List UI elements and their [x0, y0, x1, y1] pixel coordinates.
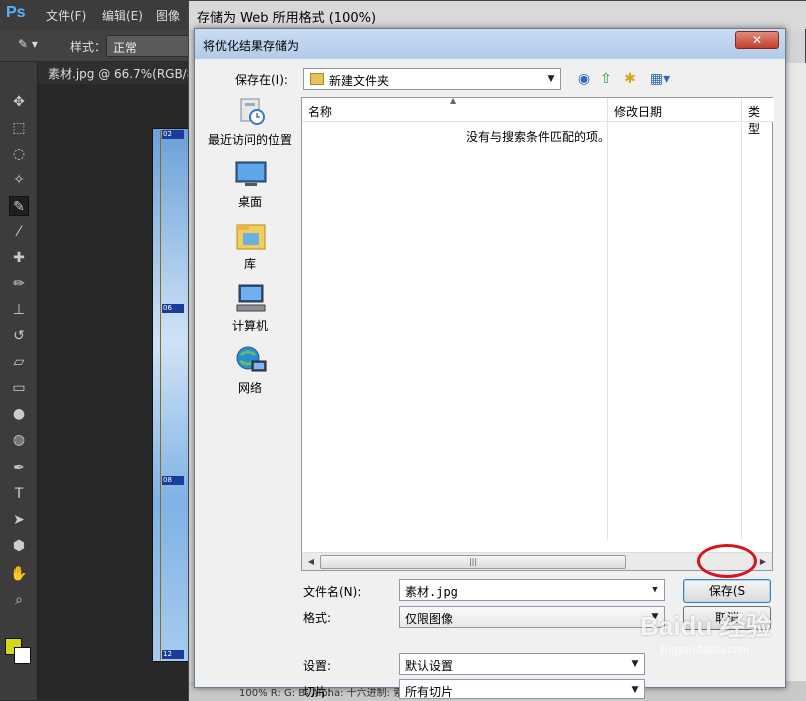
column-name[interactable]: 名称 ▲: [302, 96, 608, 122]
menu-file[interactable]: 文件(F): [46, 7, 86, 24]
save-optimized-dialog: 将优化结果存储为 ✕ 保存在(I): 新建文件夹 ▼ ◉ ⇧ ✱ ▦▾ 最近访问…: [194, 28, 786, 699]
close-button[interactable]: ✕: [735, 31, 779, 49]
settings-label: 设置:: [303, 659, 332, 673]
highlight-circle: [697, 544, 757, 578]
dialog-body: 保存在(I): 新建文件夹 ▼ ◉ ⇧ ✱ ▦▾ 最近访问的位置 桌面 库 计算…: [201, 61, 779, 699]
save-for-web-title: 存储为 Web 所用格式 (100%): [189, 1, 806, 29]
scroll-left-icon[interactable]: ◀: [304, 555, 318, 569]
pen-icon[interactable]: ✒: [9, 458, 29, 478]
column-divider: [741, 98, 742, 540]
hand-icon[interactable]: ✋: [9, 564, 29, 584]
chevron-down-icon: ▼: [547, 74, 555, 84]
sort-asc-icon: ▲: [450, 96, 457, 105]
column-type[interactable]: 类型: [742, 98, 774, 136]
view-menu-icon[interactable]: ▦▾: [647, 70, 673, 88]
folder-icon: [310, 73, 324, 85]
healing-icon[interactable]: ✚: [9, 248, 29, 268]
format-select[interactable]: 仅限图像 ▼: [399, 606, 665, 628]
history-brush-icon[interactable]: ↺: [9, 326, 29, 346]
places-bar: 最近访问的位置 桌面 库 计算机 网络: [201, 97, 299, 571]
place-label: 桌面: [237, 195, 262, 209]
eyedropper-icon[interactable]: ⁄: [9, 222, 29, 242]
scroll-right-icon[interactable]: ▶: [756, 555, 770, 569]
place-label: 库: [243, 257, 256, 271]
place-network[interactable]: 网络: [201, 345, 299, 405]
slice-tag: 08: [162, 476, 184, 485]
save-in-label: 保存在(I):: [235, 73, 288, 87]
column-name-label: 名称: [308, 105, 333, 119]
settings-value: 默认设置: [405, 659, 454, 673]
new-folder-icon[interactable]: ✱: [621, 70, 639, 88]
place-label: 最近访问的位置: [207, 133, 292, 147]
style-label: 样式：: [70, 40, 107, 54]
magic-wand-icon[interactable]: ✧: [9, 170, 29, 190]
shape-icon[interactable]: ⬢: [9, 536, 29, 556]
filename-value: 素材.jpg: [405, 585, 458, 599]
column-modified[interactable]: 修改日期: [608, 98, 742, 122]
filename-label: 文件名(N):: [303, 585, 362, 599]
tool-panel: ✥ ⬚ ◌ ✧ ✎ ⁄ ✚ ✏ ⊥ ↺ ▱ ▭ ● ◍ ✒ T ➤ ⬢ ✋ ⌕: [0, 62, 38, 700]
slices-label: 切片:: [303, 685, 332, 699]
slice-tag: 02: [162, 130, 184, 139]
recent-icon: [235, 97, 267, 127]
slice-tag: 06: [162, 304, 184, 313]
chevron-down-icon: ▼: [631, 685, 639, 695]
gradient-icon[interactable]: ▭: [9, 378, 29, 398]
settings-select[interactable]: 默认设置 ▼: [399, 653, 645, 675]
chevron-down-icon: ▼: [631, 659, 639, 669]
back-icon[interactable]: ◉: [575, 70, 593, 88]
file-list[interactable]: 名称 ▲ 修改日期 类型 没有与搜索条件匹配的项。 ◀ ||| ▶: [301, 96, 774, 571]
up-folder-icon[interactable]: ⇧: [597, 70, 615, 88]
path-select-icon[interactable]: ➤: [9, 510, 29, 530]
save-in-value: 新建文件夹: [329, 74, 390, 88]
document-tab[interactable]: 素材.jpg @ 66.7%(RGB/8: [48, 65, 194, 82]
chevron-down-icon[interactable]: ▼: [648, 582, 662, 598]
menu-image[interactable]: 图像: [156, 7, 180, 24]
slice-tag: 12: [162, 650, 184, 659]
computer-icon: [235, 283, 267, 313]
move-tool-icon[interactable]: ✥: [9, 92, 29, 112]
slice-guide: [160, 130, 161, 660]
slice-tool-icon[interactable]: ✎: [9, 196, 29, 216]
lasso-tool-icon[interactable]: ◌: [9, 144, 29, 164]
type-icon[interactable]: T: [9, 484, 29, 504]
slices-value: 所有切片: [405, 685, 454, 699]
background-color-swatch[interactable]: [14, 647, 31, 664]
format-value: 仅限图像: [405, 612, 454, 626]
stamp-icon[interactable]: ⊥: [9, 300, 29, 320]
empty-message: 没有与搜索条件匹配的项。: [466, 130, 611, 144]
brush-preset-icon[interactable]: ✎ ▾: [18, 37, 52, 55]
dodge-icon[interactable]: ◍: [9, 430, 29, 450]
library-icon: [235, 221, 267, 251]
style-select[interactable]: 正常: [106, 35, 196, 57]
menu-edit[interactable]: 编辑(E): [102, 7, 143, 24]
place-library[interactable]: 库: [201, 221, 299, 281]
zoom-icon[interactable]: ⌕: [9, 590, 29, 610]
desktop-icon: [235, 159, 267, 189]
network-icon: [235, 345, 267, 375]
filename-input[interactable]: 素材.jpg ▼: [399, 579, 665, 601]
eraser-icon[interactable]: ▱: [9, 352, 29, 372]
place-recent[interactable]: 最近访问的位置: [201, 97, 299, 157]
dialog-title: 将优化结果存储为: [195, 29, 785, 59]
place-label: 计算机: [231, 319, 268, 333]
format-label: 格式:: [303, 611, 332, 625]
save-button[interactable]: 保存(S: [683, 579, 771, 603]
column-divider: [607, 98, 608, 540]
scrollbar-thumb[interactable]: |||: [320, 555, 626, 569]
watermark-logo: Baidu 经验: [640, 611, 772, 641]
save-in-dropdown[interactable]: 新建文件夹 ▼: [303, 68, 561, 90]
ps-logo: Ps: [6, 4, 26, 21]
place-computer[interactable]: 计算机: [201, 283, 299, 343]
place-desktop[interactable]: 桌面: [201, 159, 299, 219]
brush-icon[interactable]: ✏: [9, 274, 29, 294]
place-label: 网络: [237, 381, 262, 395]
blur-icon[interactable]: ●: [9, 404, 29, 424]
marquee-tool-icon[interactable]: ⬚: [9, 118, 29, 138]
watermark-url: jingyan.baidu.com: [660, 644, 749, 656]
slices-select[interactable]: 所有切片 ▼: [399, 679, 645, 699]
